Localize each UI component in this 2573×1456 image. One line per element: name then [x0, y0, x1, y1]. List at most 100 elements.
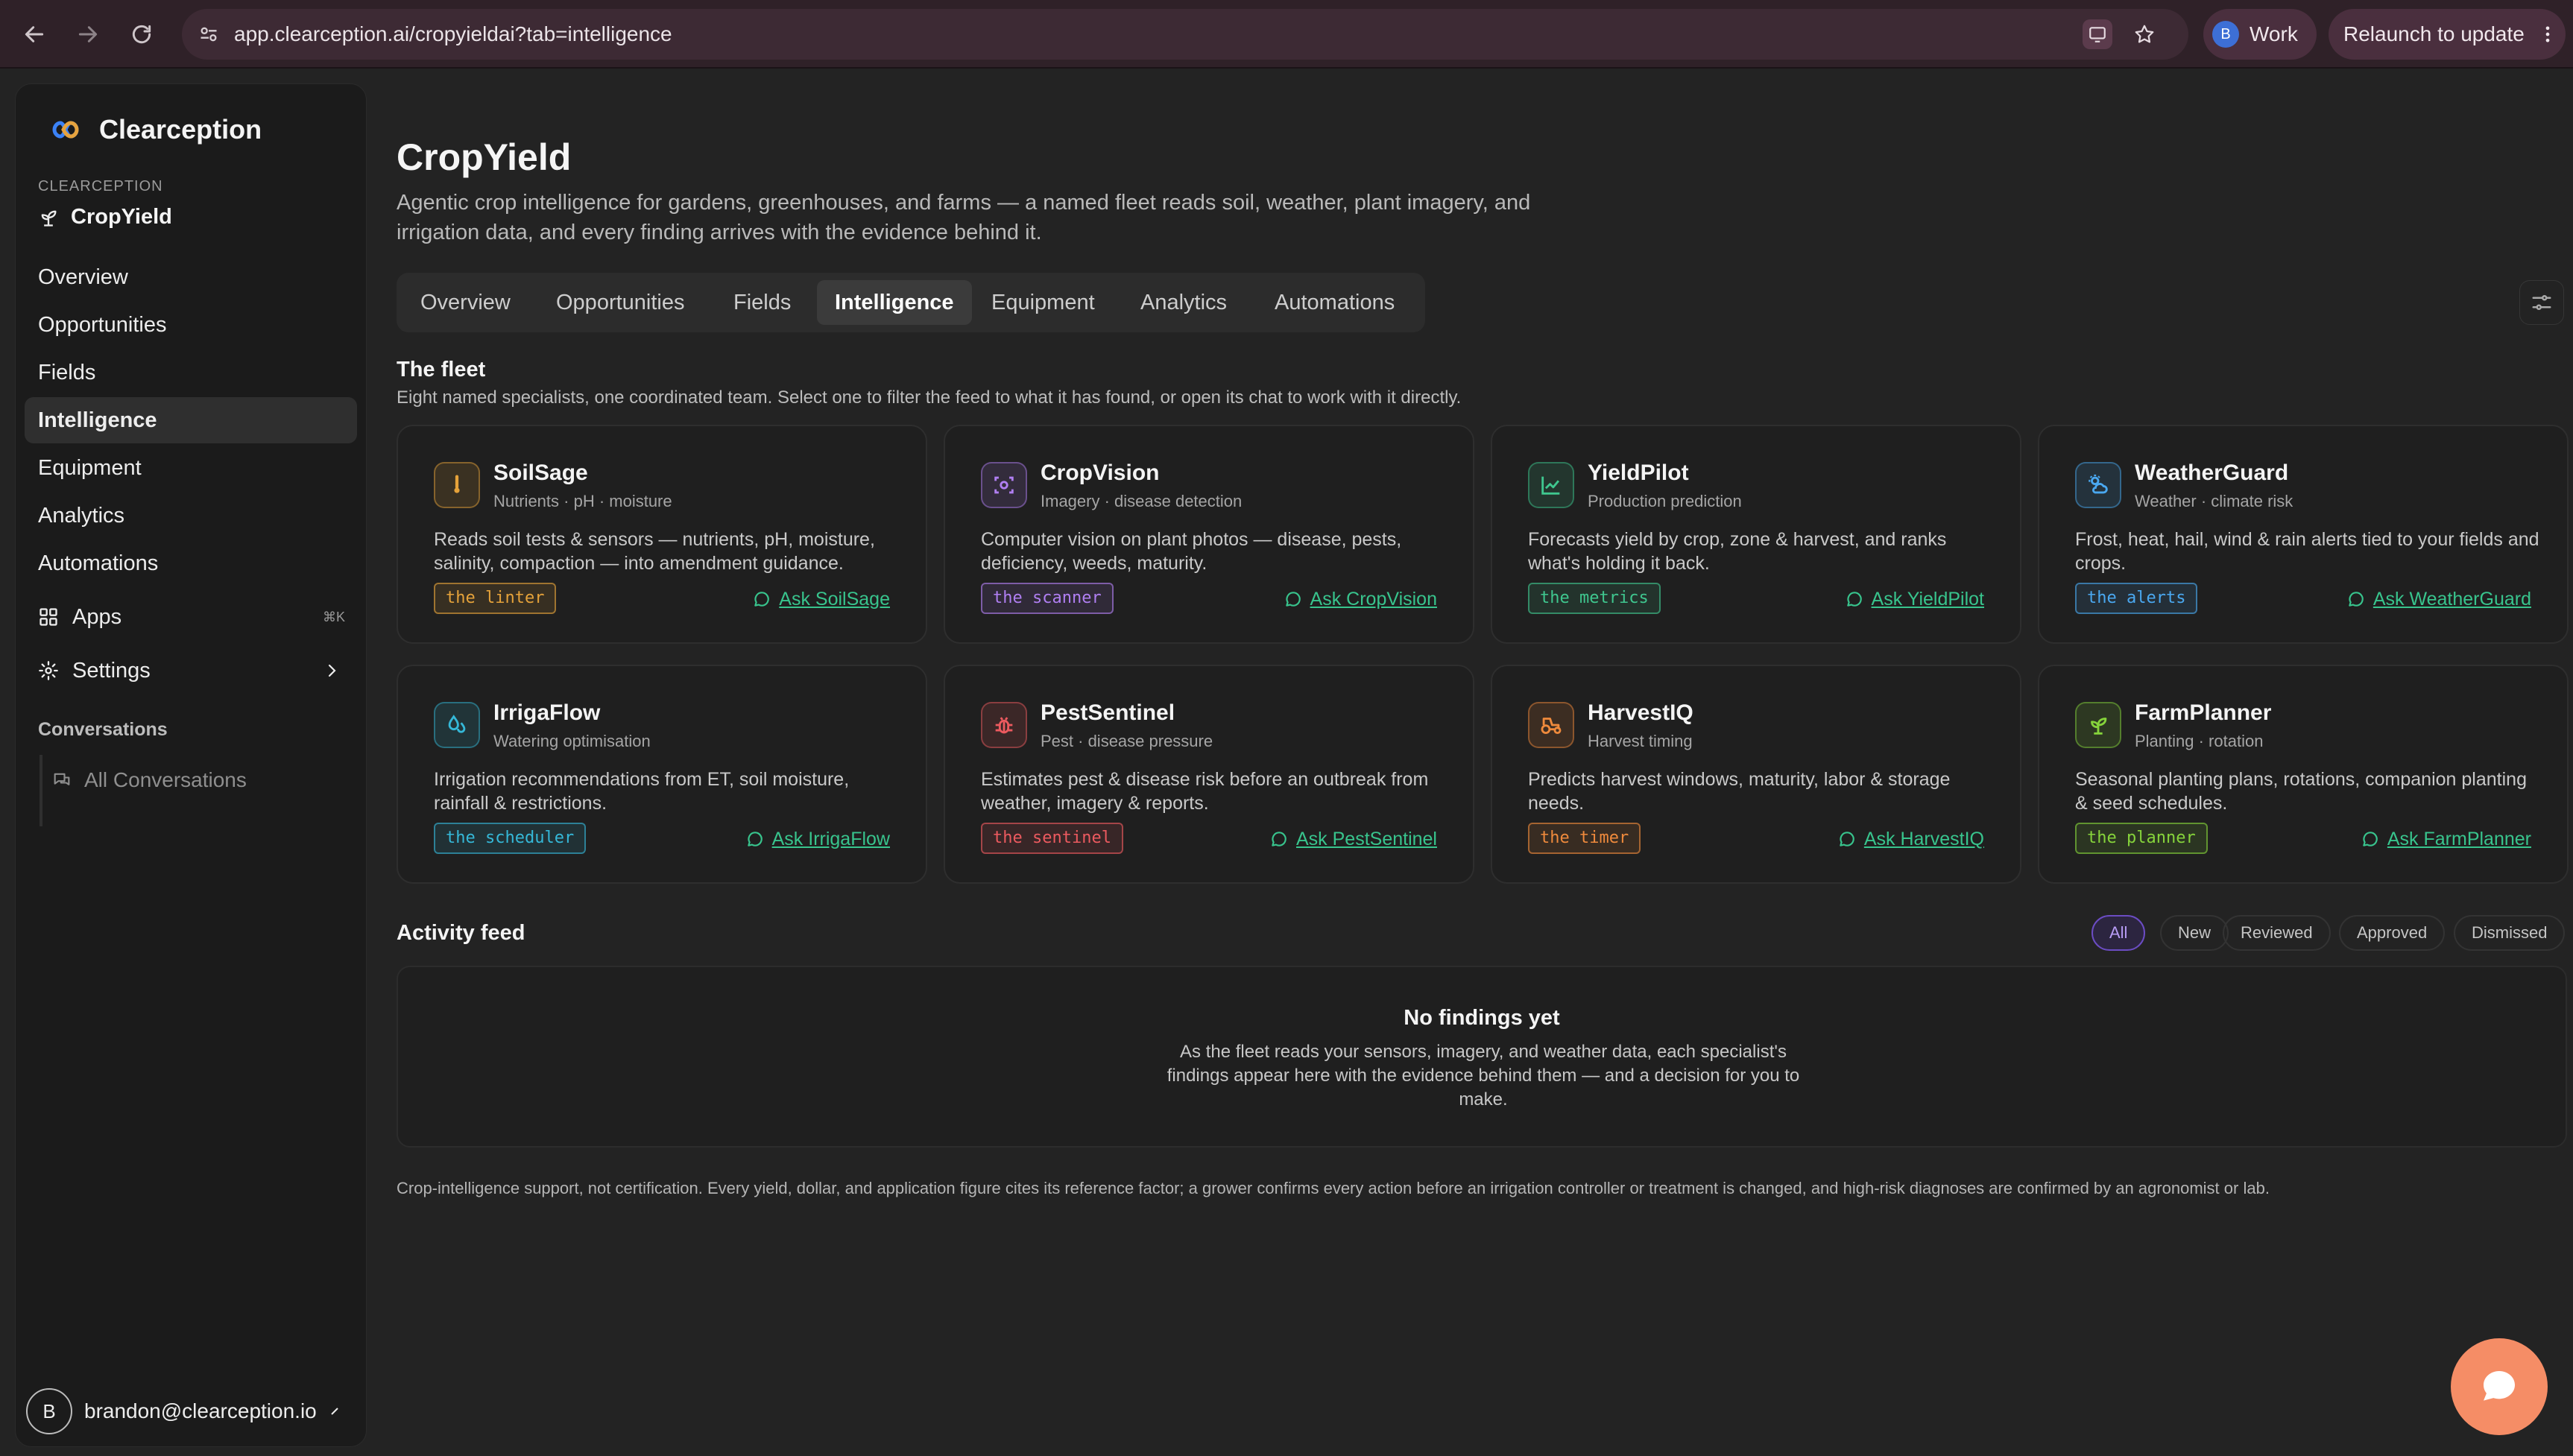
- chat-launcher-button[interactable]: [2451, 1338, 2548, 1435]
- product-name: CropYield: [71, 205, 172, 229]
- page-title: CropYield: [397, 136, 572, 178]
- cloud-sun-icon: [2089, 474, 2108, 494]
- agent-description: Computer vision on plant photos — diseas…: [981, 529, 1402, 574]
- ask-yieldpilot-link[interactable]: Ask YieldPilot: [1845, 586, 1984, 613]
- ask-pestsentinel-link[interactable]: Ask PestSentinel: [1269, 826, 1437, 852]
- settings-label: Settings: [72, 658, 151, 683]
- tab-fields[interactable]: Fields: [716, 280, 809, 325]
- thermometer-icon: [454, 475, 460, 493]
- agent-meta: Nutrients · pH · moisture: [493, 492, 672, 510]
- message-circle-icon: [1846, 592, 1862, 607]
- empty-state-title: No findings yet: [1404, 1006, 1560, 1030]
- message-circle-icon: [2363, 832, 2378, 846]
- ask-label: Ask PestSentinel: [1296, 828, 1437, 849]
- agent-name: YieldPilot: [1588, 460, 1689, 485]
- sidebar-item-fields[interactable]: Fields: [25, 349, 357, 396]
- tab-opportunities[interactable]: Opportunities: [538, 280, 703, 325]
- brand[interactable]: Clearception: [44, 104, 262, 156]
- bookmark-star-icon[interactable]: [2133, 23, 2156, 45]
- bug-icon: [995, 717, 1013, 734]
- chat-bubble-icon: [2484, 1371, 2515, 1401]
- ask-soilsage-link[interactable]: Ask SoilSage: [752, 586, 890, 613]
- agent-role-tag: the planner: [2075, 823, 2208, 854]
- sidebar-item-overview[interactable]: Overview: [25, 254, 357, 300]
- ask-farmplanner-link[interactable]: Ask FarmPlanner: [2361, 826, 2531, 852]
- user-menu[interactable]: B brandon@clearception.io: [26, 1388, 341, 1434]
- ask-label: Ask HarvestIQ: [1863, 828, 1984, 849]
- agent-icon-box: [1528, 702, 1574, 748]
- infinity-logo-icon: [52, 121, 79, 139]
- agent-name: PestSentinel: [1041, 700, 1175, 725]
- reload-button[interactable]: [124, 16, 160, 52]
- product-switcher[interactable]: CropYield: [38, 205, 172, 230]
- agent-card-weatherguard[interactable]: WeatherGuard Weather · climate risk Fros…: [2038, 425, 2569, 644]
- filter-approved[interactable]: Approved: [2339, 915, 2446, 951]
- site-settings-icon[interactable]: [198, 24, 219, 45]
- agent-name: IrrigaFlow: [493, 700, 601, 725]
- sidebar-item-opportunities[interactable]: Opportunities: [25, 302, 357, 348]
- filter-new[interactable]: New: [2160, 915, 2229, 951]
- relaunch-label: Relaunch to update: [2343, 22, 2525, 45]
- sidebar-item-label: Fields: [38, 360, 96, 384]
- conversations-heading: Conversations: [38, 719, 168, 740]
- profile-avatar: B: [2212, 21, 2239, 48]
- tab-analytics[interactable]: Analytics: [1123, 280, 1245, 325]
- agent-card-irrigaflow[interactable]: IrrigaFlow Watering optimisation Irrigat…: [397, 665, 927, 884]
- install-app-button[interactable]: [2083, 19, 2112, 49]
- agent-card-pestsentinel[interactable]: PestSentinel Pest · disease pressure Est…: [944, 665, 1474, 884]
- sidebar-item-settings[interactable]: Settings: [25, 648, 357, 694]
- url-text[interactable]: app.clearception.ai/cropyieldai?tab=inte…: [234, 9, 672, 60]
- agent-icon-box: [2075, 462, 2121, 508]
- profile-label: Work: [2250, 22, 2298, 45]
- forward-button[interactable]: [70, 16, 106, 52]
- user-email: brandon@clearception.io: [84, 1399, 317, 1422]
- view-settings-button[interactable]: [2519, 280, 2564, 325]
- sidebar: Clearception CLEARCEPTION CropYield Over…: [15, 83, 367, 1447]
- agent-meta: Pest · disease pressure: [1041, 732, 1213, 750]
- tab-automations[interactable]: Automations: [1257, 280, 1412, 325]
- browser-toolbar: app.clearception.ai/cropyieldai?tab=inte…: [0, 0, 2573, 69]
- activity-feed-heading: Activity feed: [397, 921, 525, 945]
- arrow-right-icon: [78, 26, 98, 42]
- chevron-right-icon: [328, 664, 336, 677]
- filter-dismissed[interactable]: Dismissed: [2454, 915, 2566, 951]
- ask-label: Ask SoilSage: [779, 588, 890, 610]
- agent-card-cropvision[interactable]: CropVision Imagery · disease detection C…: [944, 425, 1474, 644]
- agent-meta: Planting · rotation: [2135, 732, 2264, 750]
- address-bar[interactable]: app.clearception.ai/cropyieldai?tab=inte…: [182, 9, 2188, 60]
- sidebar-item-automations[interactable]: Automations: [25, 540, 357, 586]
- ask-harvestiq-link[interactable]: Ask HarvestIQ: [1837, 826, 1984, 852]
- agent-icon-box: [434, 702, 480, 748]
- sidebar-item-intelligence[interactable]: Intelligence: [25, 397, 357, 443]
- relaunch-button[interactable]: Relaunch to update: [2329, 9, 2566, 60]
- ask-weatherguard-link[interactable]: Ask WeatherGuard: [2346, 586, 2531, 613]
- tab-intelligence[interactable]: Intelligence: [817, 280, 972, 325]
- agent-description: Irrigation recommendations from ET, soil…: [434, 769, 850, 814]
- agent-card-harvestiq[interactable]: HarvestIQ Harvest timing Predicts harves…: [1491, 665, 2021, 884]
- sidebar-item-equipment[interactable]: Equipment: [25, 445, 357, 491]
- sidebar-item-label: Automations: [38, 551, 159, 575]
- agent-card-yieldpilot[interactable]: YieldPilot Production prediction Forecas…: [1491, 425, 2021, 644]
- filter-reviewed[interactable]: Reviewed: [2223, 915, 2331, 951]
- all-conversations-link[interactable]: All Conversations: [51, 768, 247, 792]
- profile-button[interactable]: B Work: [2203, 9, 2317, 60]
- tab-equipment[interactable]: Equipment: [973, 280, 1113, 325]
- ask-irrigaflow-link[interactable]: Ask IrrigaFlow: [745, 826, 890, 852]
- agent-description: Forecasts yield by crop, zone & harvest,…: [1528, 529, 1947, 574]
- activity-feed: No findings yet As the fleet reads your …: [397, 966, 2567, 1148]
- agent-card-farmplanner[interactable]: FarmPlanner Planting · rotation Seasonal…: [2038, 665, 2569, 884]
- tab-overview[interactable]: Overview: [402, 280, 528, 325]
- agent-meta: Harvest timing: [1588, 732, 1693, 750]
- agent-name: HarvestIQ: [1588, 700, 1693, 725]
- agent-icon-box: [2075, 702, 2121, 748]
- ask-label: Ask WeatherGuard: [2372, 588, 2531, 610]
- sidebar-item-apps[interactable]: Apps ⌘K: [25, 594, 357, 640]
- more-vertical-icon: [2545, 26, 2550, 42]
- agent-card-soilsage[interactable]: SoilSage Nutrients · pH · moisture Reads…: [397, 425, 927, 644]
- sidebar-item-analytics[interactable]: Analytics: [25, 493, 357, 539]
- ask-cropvision-link[interactable]: Ask CropVision: [1284, 586, 1437, 613]
- filter-all[interactable]: All: [2091, 915, 2146, 951]
- back-button[interactable]: [16, 16, 52, 52]
- agent-description: Seasonal planting plans, rotations, comp…: [2075, 769, 2527, 814]
- ask-label: Ask YieldPilot: [1871, 588, 1984, 610]
